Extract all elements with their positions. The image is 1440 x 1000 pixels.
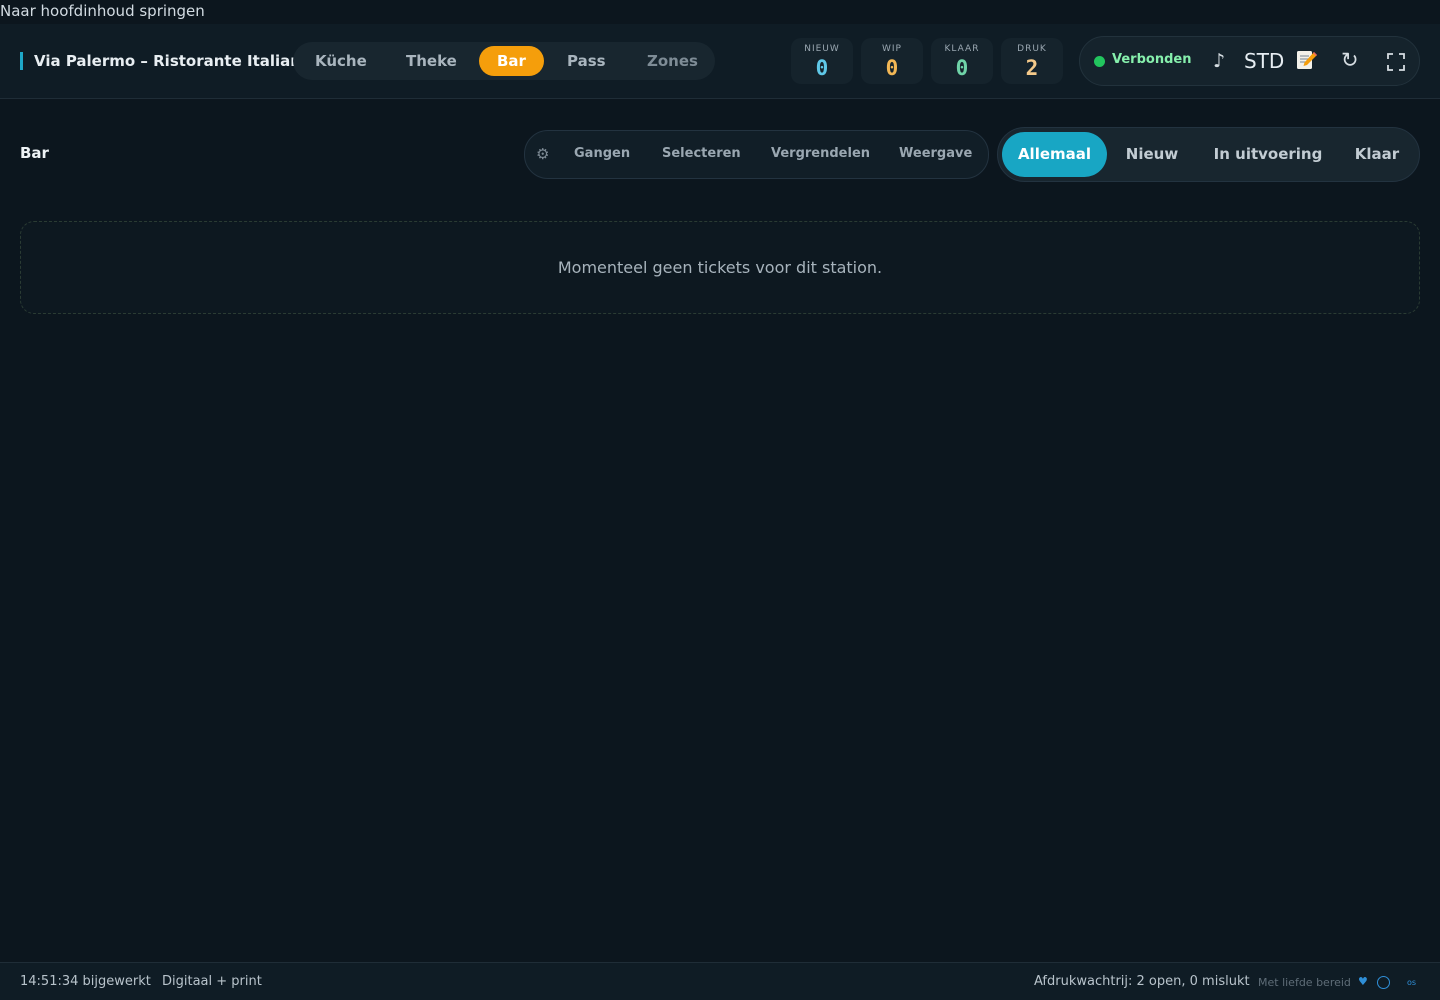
memo-icon[interactable] <box>1294 48 1318 72</box>
gear-icon[interactable]: ⚙ <box>536 145 549 163</box>
page-title: Bar <box>20 144 49 162</box>
skip-to-main-link[interactable]: Naar hoofdinhoud springen <box>0 2 205 20</box>
tab-zones[interactable]: Zones <box>629 46 716 76</box>
filter-in-progress-button[interactable]: In uitvoering <box>1210 132 1326 177</box>
counter-print-value: 2 <box>1025 56 1039 80</box>
counter-wip: WIP 0 <box>861 38 923 84</box>
counter-print-label: DRUK <box>1017 44 1047 54</box>
counter-new-value: 0 <box>815 56 829 80</box>
tab-pass[interactable]: Pass <box>549 46 624 76</box>
made-with-love-text: Met liefde bereid <box>1258 976 1351 989</box>
counter-print: DRUK 2 <box>1001 38 1063 84</box>
lock-button[interactable]: Vergrendelen <box>771 146 870 161</box>
tab-kuche[interactable]: Küche <box>297 46 385 76</box>
tab-theke[interactable]: Theke <box>388 46 475 76</box>
connection-status-dot <box>1094 56 1105 67</box>
fullscreen-icon[interactable] <box>1387 53 1405 71</box>
empty-state-message: Momenteel geen tickets voor dit station. <box>557 258 883 277</box>
counter-done-value: 0 <box>955 56 969 80</box>
restaurant-name: Via Palermo – Ristorante Italiano <box>20 52 311 70</box>
empty-tickets-panel: Momenteel geen tickets voor dit station. <box>20 221 1420 314</box>
select-button[interactable]: Selecteren <box>662 146 741 161</box>
output-mode-text: Digitaal + print <box>162 974 262 989</box>
top-bar: Via Palermo – Ristorante Italiano Küche … <box>0 24 1440 99</box>
counter-done-label: KLAAR <box>944 44 980 54</box>
counter-wip-label: WIP <box>882 44 902 54</box>
view-button[interactable]: Weergave <box>899 146 972 161</box>
tab-bar[interactable]: Bar <box>479 46 544 76</box>
heart-icon: ♥ <box>1358 975 1368 988</box>
os-label: os <box>1407 978 1417 987</box>
footer-bar: 14:51:34 bijgewerkt Digitaal + print Afd… <box>0 962 1440 1000</box>
ticket-tools-bar: ⚙ Gangen Selecteren Vergrendelen Weergav… <box>524 130 989 179</box>
last-updated-text: 14:51:34 bijgewerkt <box>20 974 151 989</box>
status-filter-bar: Allemaal Nieuw In uitvoering Klaar <box>997 127 1420 182</box>
counter-wip-value: 0 <box>885 56 899 80</box>
gangen-button[interactable]: Gangen <box>574 146 630 161</box>
filter-new-button[interactable]: Nieuw <box>1116 132 1188 177</box>
mode-std-button[interactable]: STD <box>1244 49 1284 73</box>
circle-icon[interactable] <box>1377 976 1390 989</box>
filter-done-button[interactable]: Klaar <box>1344 132 1410 177</box>
counter-new-label: NIEUW <box>804 44 840 54</box>
print-queue-status: Afdrukwachtrij: 2 open, 0 mislukt <box>1034 974 1250 989</box>
counter-done: KLAAR 0 <box>931 38 993 84</box>
counter-new: NIEUW 0 <box>791 38 853 84</box>
connection-status-label: Verbonden <box>1112 52 1192 67</box>
music-note-icon[interactable]: ♪ <box>1213 50 1225 72</box>
status-controls: Verbonden ♪ STD ↻ <box>1079 36 1420 86</box>
filter-all-button[interactable]: Allemaal <box>1002 132 1107 177</box>
refresh-icon[interactable]: ↻ <box>1341 48 1359 72</box>
station-tabs: Küche Theke Bar Pass Zones <box>293 42 715 80</box>
